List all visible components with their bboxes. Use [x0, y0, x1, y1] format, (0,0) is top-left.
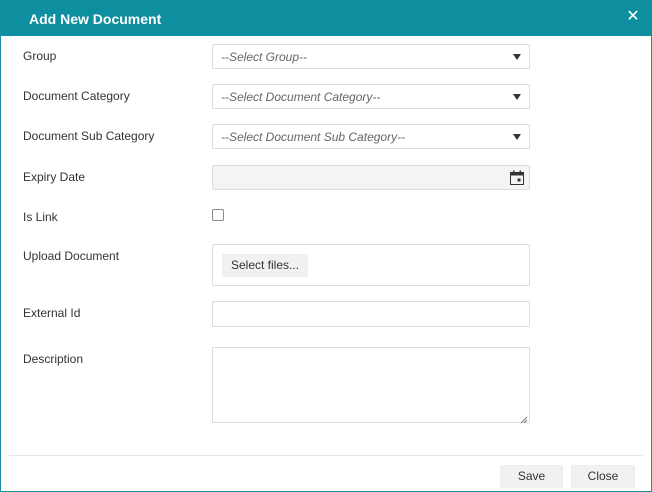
- close-icon[interactable]: ✕: [625, 9, 641, 25]
- document-sub-category-select[interactable]: --Select Document Sub Category--: [212, 124, 530, 149]
- group-label: Group: [23, 49, 57, 63]
- expiry-date-label: Expiry Date: [23, 170, 86, 184]
- expiry-date-input[interactable]: [212, 165, 530, 190]
- chevron-down-icon: [513, 54, 521, 60]
- document-category-select[interactable]: --Select Document Category--: [212, 84, 530, 109]
- document-sub-category-placeholder: --Select Document Sub Category--: [221, 130, 406, 144]
- external-id-input[interactable]: [212, 301, 530, 327]
- document-category-label: Document Category: [23, 89, 130, 103]
- dialog-titlebar: Add New Document ✕: [1, 1, 651, 36]
- description-label: Description: [23, 352, 84, 366]
- chevron-down-icon: [513, 134, 521, 140]
- select-files-button[interactable]: Select files...: [222, 254, 309, 277]
- external-id-label: External Id: [23, 306, 81, 320]
- calendar-icon[interactable]: [510, 170, 524, 185]
- description-textarea[interactable]: [212, 347, 530, 424]
- dialog-title: Add New Document: [29, 11, 162, 27]
- resize-grip-icon[interactable]: [520, 413, 528, 424]
- group-select-placeholder: --Select Group--: [221, 50, 308, 64]
- close-button[interactable]: Close: [571, 465, 635, 488]
- is-link-label: Is Link: [23, 210, 58, 224]
- group-select[interactable]: --Select Group--: [212, 44, 530, 69]
- chevron-down-icon: [513, 94, 521, 100]
- is-link-checkbox[interactable]: [212, 209, 224, 221]
- document-sub-category-label: Document Sub Category: [23, 129, 155, 143]
- footer-divider: [9, 455, 643, 456]
- upload-document-label: Upload Document: [23, 249, 120, 263]
- save-button[interactable]: Save: [500, 465, 563, 488]
- add-document-dialog: Add New Document ✕ Group --Select Group-…: [0, 0, 652, 492]
- upload-dropzone[interactable]: Select files...: [212, 244, 530, 286]
- document-category-placeholder: --Select Document Category--: [221, 90, 381, 104]
